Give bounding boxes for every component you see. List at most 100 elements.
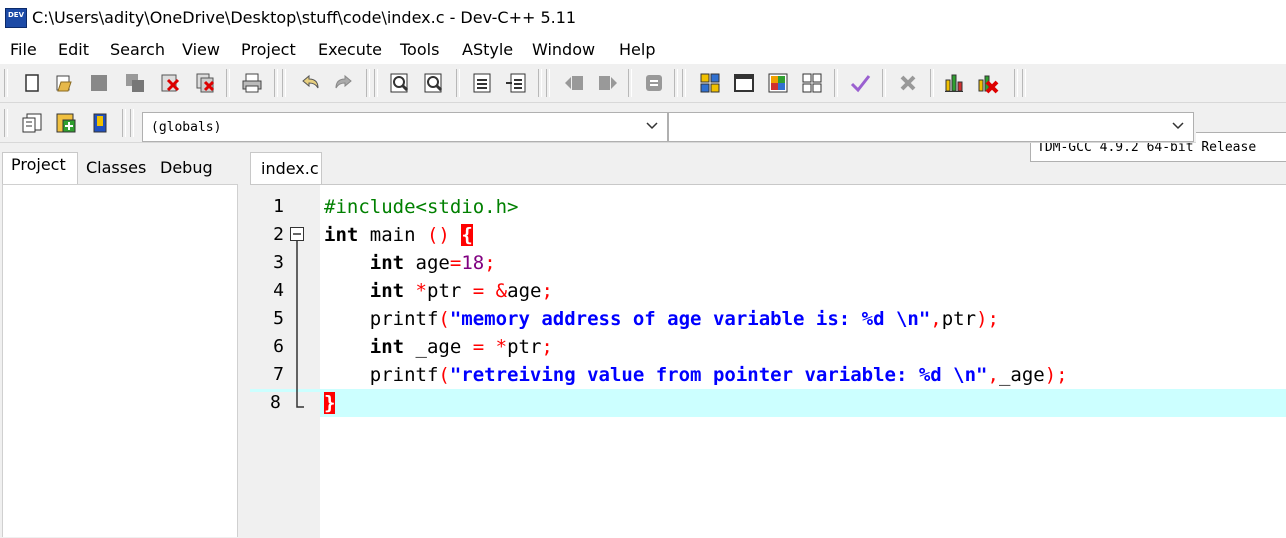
symbol-token: ;	[1056, 364, 1068, 386]
menu-edit[interactable]: Edit	[58, 40, 89, 59]
goto-function-icon	[506, 73, 526, 93]
app-icon: DEV	[5, 8, 27, 28]
string-token: "memory address of age variable is: %d \…	[449, 308, 931, 330]
code-text: printf("memory address of age variable i…	[324, 308, 999, 330]
bar-chart-icon	[945, 74, 963, 92]
profile-button[interactable]	[942, 71, 966, 95]
code-line: 7 printf("retreiving value from pointer …	[250, 361, 1286, 389]
chevron-down-icon	[1172, 122, 1184, 130]
title-bar: DEV C:\Users\adity\OneDrive\Desktop\stuf…	[0, 0, 1286, 36]
project-options-button[interactable]	[20, 111, 44, 135]
symbol-token: =	[472, 336, 485, 358]
identifier-token: printf	[324, 308, 439, 330]
save-icon	[91, 75, 107, 91]
tab-index-c[interactable]: index.c	[250, 152, 322, 184]
identifier-token: ptr	[507, 336, 542, 358]
identifier-token: _age	[998, 364, 1045, 386]
menu-astyle[interactable]: AStyle	[462, 40, 513, 59]
scope-select[interactable]: (globals)	[142, 112, 668, 142]
identifier-token: printf	[324, 364, 439, 386]
code-text: }	[324, 392, 336, 414]
symbol-token: ,	[987, 364, 999, 386]
tab-project[interactable]: Project	[2, 152, 78, 185]
current-code-line: 8 }	[250, 389, 1286, 420]
redo-button[interactable]	[332, 71, 356, 95]
close-all-button[interactable]	[194, 71, 218, 95]
replace-button[interactable]	[422, 71, 446, 95]
delete-profile-button[interactable]	[976, 71, 1000, 95]
code-text: #include<stdio.h>	[324, 196, 518, 218]
goto-function-button[interactable]	[504, 71, 528, 95]
menu-window[interactable]: Window	[532, 40, 595, 59]
menu-tools[interactable]: Tools	[400, 40, 439, 59]
code-editor[interactable]: 1 #include<stdio.h> 2 int main () { 3 in…	[250, 184, 1286, 538]
unindent-button[interactable]	[596, 71, 620, 95]
menu-view[interactable]: View	[182, 40, 220, 59]
add-to-project-button[interactable]	[54, 111, 78, 135]
toolbar-grip	[4, 69, 8, 97]
line-number: 5	[273, 308, 284, 329]
fold-minus-icon[interactable]	[290, 227, 304, 241]
toolbar-separator	[122, 109, 126, 137]
rebuild-button[interactable]	[800, 71, 824, 95]
rebuild-icon	[802, 73, 822, 93]
comment-icon	[646, 75, 662, 91]
menu-project[interactable]: Project	[241, 40, 296, 59]
code-text: int main () {	[324, 224, 473, 246]
toolbar-separator	[834, 69, 838, 97]
identifier-token: _age	[404, 336, 473, 358]
code-line: 1 #include<stdio.h>	[250, 193, 1286, 221]
symbol-token: &	[495, 280, 508, 302]
indent-button[interactable]	[562, 71, 586, 95]
checkmark-icon	[850, 75, 871, 93]
new-file-button[interactable]	[20, 71, 44, 95]
symbol-token: )	[976, 308, 988, 330]
tab-debug[interactable]: Debug	[152, 156, 222, 182]
toggle-comment-button[interactable]	[642, 71, 666, 95]
print-button[interactable]	[240, 71, 264, 95]
save-button[interactable]	[87, 71, 111, 95]
line-number: 8	[250, 392, 320, 420]
menu-help[interactable]: Help	[619, 40, 655, 59]
close-file-button[interactable]	[158, 71, 182, 95]
undo-button[interactable]	[298, 71, 322, 95]
tab-classes[interactable]: Classes	[78, 156, 150, 182]
left-panel-tabs: Project Classes Debug	[0, 148, 240, 185]
save-all-button[interactable]	[123, 71, 147, 95]
find-button[interactable]	[388, 71, 412, 95]
delete-profile-icon	[978, 75, 999, 94]
new-file-icon	[25, 74, 39, 92]
member-select[interactable]	[668, 112, 1194, 142]
menu-execute[interactable]: Execute	[318, 40, 382, 59]
symbol-token: ,	[930, 308, 942, 330]
open-file-button[interactable]	[52, 71, 76, 95]
project-tree[interactable]	[2, 184, 238, 537]
toolbar-separator	[546, 69, 550, 97]
symbol-token: ;	[484, 252, 496, 274]
goto-line-button[interactable]	[470, 71, 494, 95]
menu-file[interactable]: File	[10, 40, 37, 59]
unindent-icon	[599, 76, 617, 90]
compile-run-button[interactable]	[766, 71, 790, 95]
menu-search[interactable]: Search	[110, 40, 165, 59]
stop-execution-button[interactable]	[896, 71, 920, 95]
syntax-check-button[interactable]	[848, 71, 872, 95]
tab-classes-label: Classes	[86, 158, 147, 177]
toolbar-separator	[366, 69, 370, 97]
run-button[interactable]	[732, 71, 756, 95]
scope-select-value: (globals)	[151, 120, 222, 135]
toolbar-separator	[282, 69, 286, 97]
tab-project-label: Project	[11, 155, 66, 174]
editor-tab-label: index.c	[261, 159, 319, 178]
remove-from-project-button[interactable]	[88, 111, 112, 135]
open-file-icon	[56, 75, 72, 92]
compile-button[interactable]	[698, 71, 722, 95]
code-line: 3 int age=18;	[250, 249, 1286, 277]
line-number: 4	[273, 280, 284, 301]
close-file-icon	[161, 74, 180, 92]
toolbar-separator	[1014, 69, 1018, 97]
